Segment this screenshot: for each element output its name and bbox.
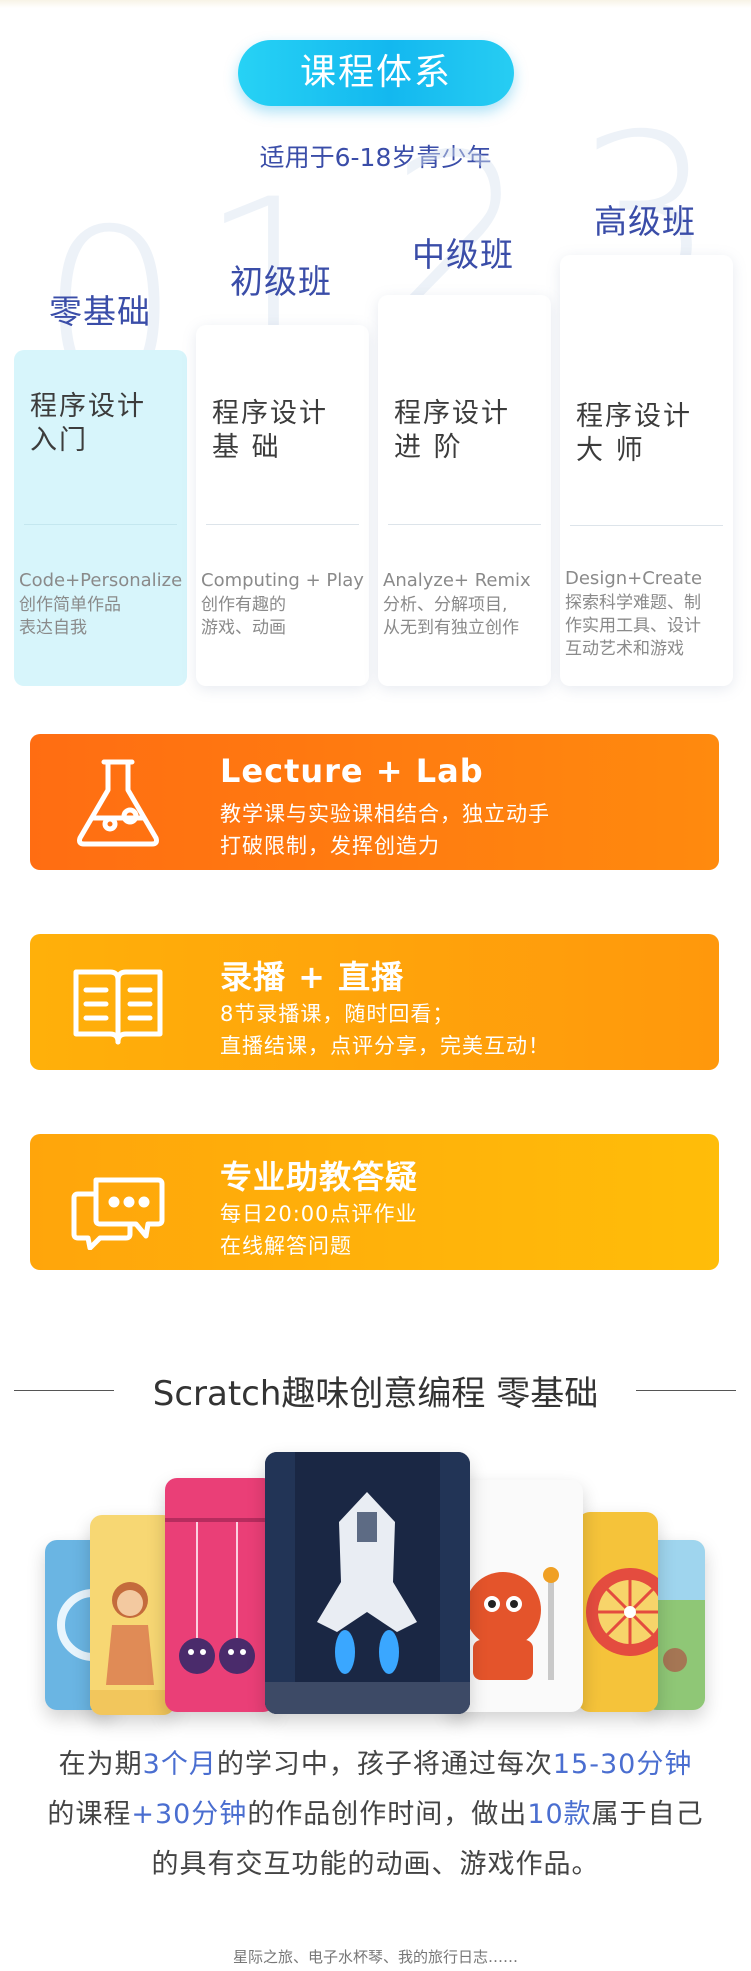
level-card-title: 程序设计 入门 xyxy=(30,391,146,456)
level-card-cn: 创作简单作品 表达自我 xyxy=(19,595,121,638)
level-card-title: 程序设计 进 阶 xyxy=(394,398,510,463)
card-divider xyxy=(24,524,177,525)
level-card-en: Computing + Play xyxy=(201,570,364,591)
level-card-beginner[interactable]: 程序设计 基 础 Computing + Play 创作有趣的 游戏、动画 xyxy=(196,325,369,686)
level-card-en: Code+Personalize xyxy=(19,570,183,591)
course-system-title: 课程体系 xyxy=(238,40,514,106)
level-name-beginner: 初级班 xyxy=(230,262,332,301)
balls-illustration xyxy=(165,1518,275,1674)
top-strip xyxy=(0,0,751,8)
feature-line-2: 打破限制，发挥创造力 xyxy=(220,834,440,858)
book-icon xyxy=(73,969,163,1045)
level-card-en: Design+Create xyxy=(565,568,703,589)
chat-bubbles-icon xyxy=(71,1177,165,1250)
level-card-title: 程序设计 基 础 xyxy=(212,398,328,463)
feature-line-2: 直播结课，点评分享，完美互动！ xyxy=(220,1034,550,1058)
feature-line-2: 在线解答问题 xyxy=(220,1234,352,1258)
feature-line-1: 8节录播课，随时回看； xyxy=(220,1002,455,1026)
level-name-zero: 零基础 xyxy=(49,292,151,331)
project-examples-note: 星际之旅、电子水杯琴、我的旅行日志…… xyxy=(232,1948,518,1966)
feature-tutor-qa[interactable]: 专业助教答疑 每日20:00点评作业 在线解答问题 xyxy=(30,1134,719,1270)
scratch-section-title: Scratch趣味创意编程 零基础 xyxy=(152,1374,599,1414)
highlight-extra-minutes: +30分钟 xyxy=(131,1799,248,1830)
level-card-advanced[interactable]: 程序设计 大 师 Design+Create 探索科学难题、制 作实用工具、设计… xyxy=(560,255,733,686)
scratch-description-line-1: 在为期3个月的学习中，孩子将通过每次15-30分钟 xyxy=(58,1749,693,1780)
highlight-minutes: 15-30分钟 xyxy=(552,1749,693,1780)
level-card-cn: 创作有趣的 游戏、动画 xyxy=(201,595,286,638)
feature-line-1: 每日20:00点评作业 xyxy=(220,1202,418,1226)
game-thumbnail-travel-girl[interactable] xyxy=(90,1515,175,1715)
level-card-en: Analyze+ Remix xyxy=(383,570,531,591)
level-name-advanced: 高级班 xyxy=(594,202,696,241)
feature-title: Lecture + Lab xyxy=(220,752,484,790)
feature-line-1: 教学课与实验课相结合，独立动手 xyxy=(220,802,550,826)
wheel-illustration xyxy=(586,1568,658,1656)
game-thumbnail-star-journey[interactable] xyxy=(265,1452,470,1714)
level-name-intermediate: 中级班 xyxy=(412,235,514,274)
card-divider xyxy=(388,524,541,525)
highlight-count: 10款 xyxy=(527,1799,592,1830)
card-divider xyxy=(570,525,723,526)
girl-illustration xyxy=(90,1582,175,1715)
level-card-title: 程序设计 大 师 xyxy=(576,401,692,466)
flask-icon xyxy=(77,759,159,847)
highlight-duration: 3个月 xyxy=(142,1749,217,1780)
scratch-description-line-3: 的具有交互功能的动画、游戏作品。 xyxy=(151,1849,600,1880)
level-card-intermediate[interactable]: 程序设计 进 阶 Analyze+ Remix 分析、分解项目, 从无到有独立创… xyxy=(378,295,551,686)
level-card-cn: 探索科学难题、制 作实用工具、设计 互动艺术和游戏 xyxy=(565,593,701,659)
level-card-zero[interactable]: 程序设计 入门 Code+Personalize 创作简单作品 表达自我 xyxy=(14,350,187,686)
card-divider xyxy=(206,524,359,525)
feature-title: 录播 + 直播 xyxy=(220,958,405,996)
level-card-cn: 分析、分解项目, 从无到有独立创作 xyxy=(383,595,519,638)
feature-lecture-lab[interactable]: Lecture + Lab 教学课与实验课相结合，独立动手 打破限制，发挥创造力 xyxy=(30,734,719,870)
game-thumbnail-water-cup-piano[interactable] xyxy=(165,1478,275,1712)
game-thumbnail-wheel[interactable] xyxy=(578,1512,658,1712)
feature-title: 专业助教答疑 xyxy=(220,1158,419,1196)
feature-recorded-live[interactable]: 录播 + 直播 8节录播课，随时回看； 直播结课，点评分享，完美互动！ xyxy=(30,934,719,1070)
spaceship-illustration xyxy=(265,1452,470,1714)
scratch-description-line-2: 的课程+30分钟的作品创作时间，做出10款属于自己 xyxy=(47,1799,704,1830)
